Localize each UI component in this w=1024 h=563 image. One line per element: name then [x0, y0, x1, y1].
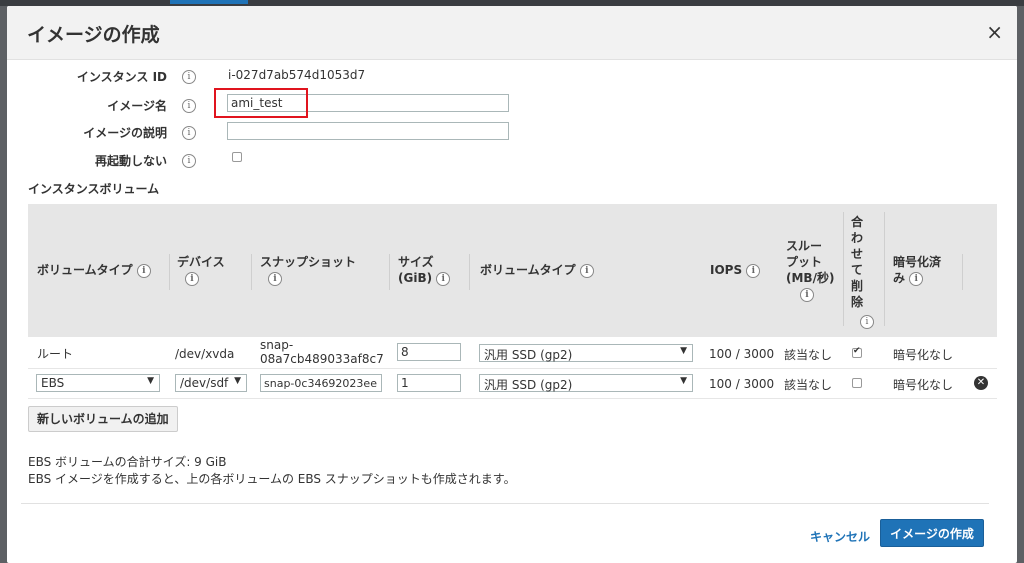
row2-snapshot-input[interactable] [260, 374, 382, 392]
image-name-label: イメージ名 [107, 99, 167, 113]
row1-ebs-type-select[interactable]: 汎用 SSD (gp2) ▼ [479, 344, 693, 362]
col-divider [469, 254, 470, 290]
col-snapshot: スナップショット i [260, 255, 357, 286]
create-image-button[interactable]: イメージの作成 [880, 519, 984, 547]
info-icon[interactable]: i [800, 287, 814, 302]
col-delete-on-termination: 合 わ せ て 削 除 [851, 215, 864, 309]
instance-id-label: インスタンス ID [76, 70, 167, 84]
row1-volume-type: ルート [37, 347, 74, 361]
remove-volume-icon[interactable]: ✕ [974, 376, 988, 390]
chevron-down-icon: ▼ [680, 346, 687, 356]
row1-device: /dev/xvda [175, 347, 235, 361]
info-icon[interactable]: i [185, 271, 199, 286]
row1-throughput: 該当なし [784, 348, 833, 362]
info-icon[interactable]: i [746, 263, 761, 278]
col-divider [843, 212, 844, 326]
col-iops: IOPS i [710, 262, 761, 278]
info-icon[interactable]: i [182, 99, 196, 113]
add-volume-button[interactable]: 新しいボリュームの追加 [28, 406, 178, 432]
no-reboot-label: 再起動しない [94, 154, 167, 168]
create-image-dialog: イメージの作成 × インスタンス ID i i-027d7ab574d1053d… [7, 6, 1017, 563]
row1-iops: 100 / 3000 [709, 347, 775, 361]
chevron-down-icon: ▼ [147, 376, 154, 386]
image-description-input[interactable] [227, 122, 509, 140]
info-icon[interactable]: i [860, 315, 874, 329]
info-icon[interactable]: i [909, 271, 924, 286]
col-throughput: スルー プット (MB/秒) i [786, 239, 835, 302]
dialog-title: イメージの作成 [27, 24, 160, 46]
row2-iops: 100 / 3000 [709, 377, 775, 391]
col-ebs-type: ボリュームタイプ i [480, 262, 594, 278]
col-volume-type: ボリュームタイプ i [37, 262, 151, 278]
row2-size-input[interactable] [397, 374, 461, 392]
info-icon[interactable]: i [182, 154, 196, 168]
row2-volume-type-select[interactable]: EBS ▼ [36, 374, 160, 392]
row1-size-input[interactable] [397, 343, 461, 361]
info-icon[interactable]: i [136, 263, 151, 278]
instance-id-value: i-027d7ab574d1053d7 [228, 68, 366, 82]
info-icon[interactable]: i [182, 70, 196, 84]
row1-encrypted: 暗号化なし [893, 348, 954, 362]
col-encrypted: 暗号化済み i [893, 255, 942, 286]
chevron-down-icon: ▼ [680, 376, 687, 386]
col-divider [169, 254, 170, 290]
row-divider [28, 368, 997, 369]
col-divider [884, 212, 885, 326]
row-divider [28, 398, 997, 399]
row2-encrypted: 暗号化なし [893, 378, 954, 392]
chevron-down-icon: ▼ [234, 376, 241, 386]
info-icon[interactable]: i [579, 263, 594, 278]
row2-device-select[interactable]: /dev/sdf ▼ [175, 374, 247, 392]
col-size: サイズ (GiB) i [398, 254, 451, 286]
info-icon[interactable]: i [182, 126, 196, 140]
snapshot-note-text: EBS イメージを作成すると、上の各ボリュームの EBS スナップショットも作成… [28, 472, 516, 486]
col-device: デバイス i [177, 255, 225, 286]
row1-delete-on-termination-checkbox[interactable] [852, 346, 862, 358]
image-description-label: イメージの説明 [83, 126, 167, 140]
info-icon[interactable]: i [268, 271, 282, 286]
row2-throughput: 該当なし [784, 378, 833, 392]
backdrop-tab [170, 0, 248, 4]
row2-delete-on-termination-checkbox[interactable] [852, 378, 862, 388]
highlight-annotation [214, 88, 308, 118]
footer-divider [21, 503, 989, 504]
cancel-button[interactable]: キャンセル [810, 528, 870, 545]
row2-ebs-type-select[interactable]: 汎用 SSD (gp2) ▼ [479, 374, 693, 392]
col-divider [251, 254, 252, 290]
info-icon[interactable]: i [436, 271, 451, 286]
instance-volumes-title: インスタンスボリューム [28, 182, 160, 196]
total-size-text: EBS ボリュームの合計サイズ: 9 GiB [28, 455, 227, 469]
dialog-header: イメージの作成 × [7, 6, 1017, 60]
col-divider [389, 254, 390, 290]
col-divider [962, 254, 963, 290]
row1-snapshot: snap- 08a7cb489033af8c7 [260, 338, 384, 366]
volume-table-header: ボリュームタイプ i デバイス i スナップショット i サイズ (GiB) i ボリ… [28, 204, 997, 337]
close-icon[interactable]: × [986, 22, 1003, 42]
no-reboot-checkbox[interactable] [232, 152, 242, 162]
